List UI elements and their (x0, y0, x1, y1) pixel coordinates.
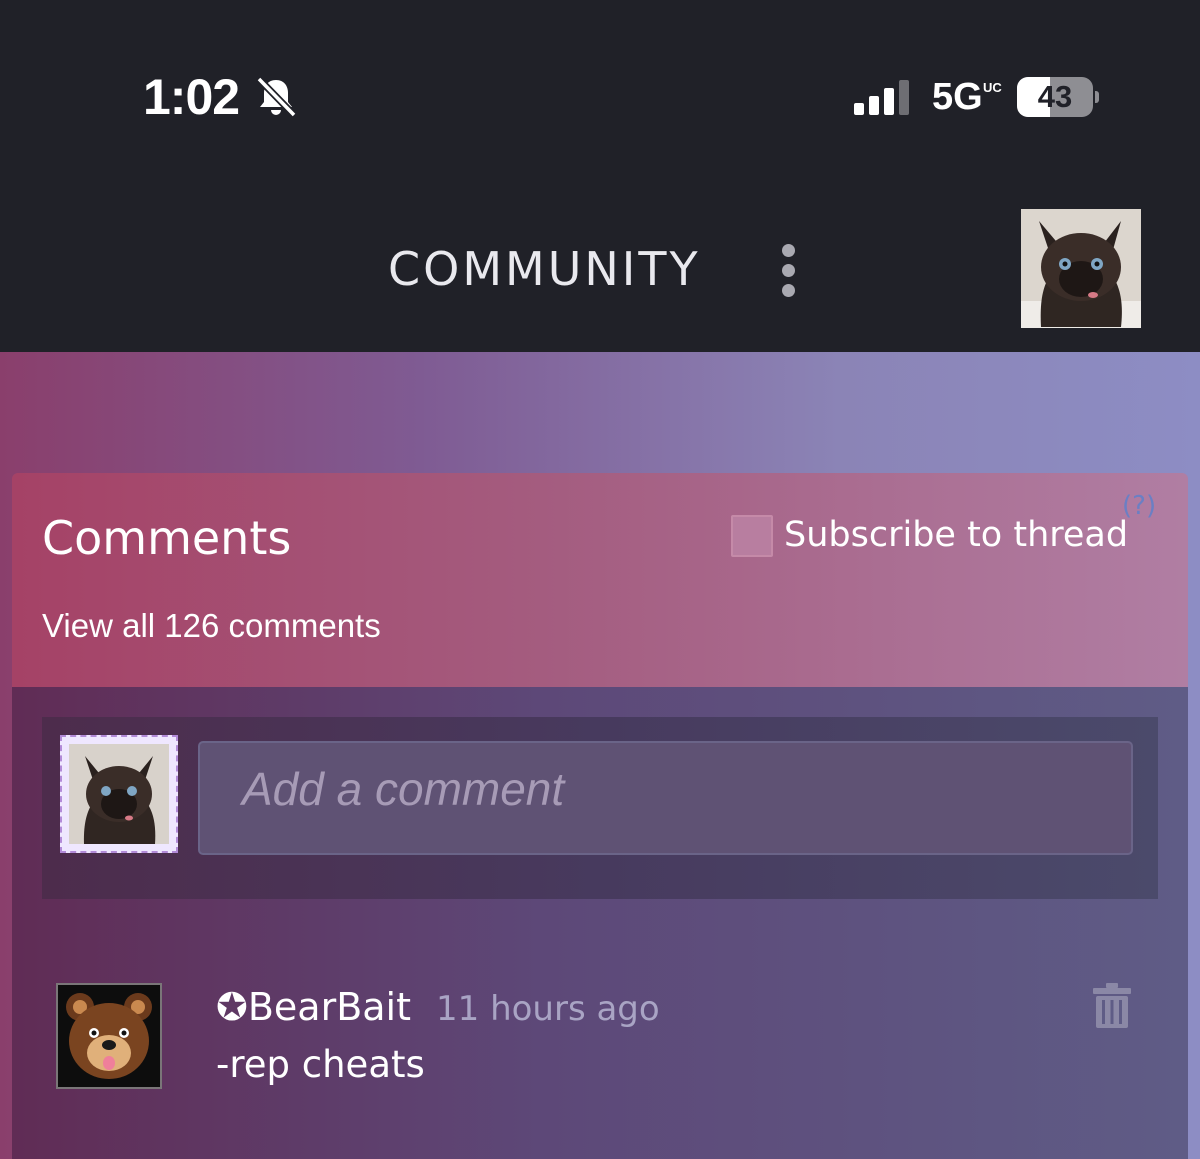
status-bar: 1:02 5G UC 43 (0, 0, 1200, 190)
battery-level: 43 (1037, 79, 1073, 114)
comment-compose: Add a comment (42, 717, 1158, 899)
comment-timestamp: 11 hours ago (436, 989, 660, 1029)
battery-tip (1095, 91, 1099, 103)
help-link[interactable]: (?) (1122, 491, 1156, 521)
status-time: 1:02 (143, 69, 240, 125)
comment-author[interactable]: ✪BearBait (216, 985, 411, 1029)
comments-title: Comments (42, 511, 292, 565)
view-all-comments-link[interactable]: View all 126 comments (42, 607, 381, 645)
network-type: 5G (932, 76, 983, 118)
bell-slash-icon (254, 75, 298, 123)
subscribe-checkbox[interactable] (731, 515, 773, 557)
comment-item: ✪BearBait 11 hours ago -rep cheats (56, 983, 1156, 1093)
comment-text: -rep cheats (216, 1043, 425, 1086)
compose-avatar (60, 735, 178, 853)
comment-avatar[interactable] (56, 983, 162, 1089)
comment-input[interactable]: Add a comment (198, 741, 1133, 855)
trash-icon[interactable] (1092, 983, 1132, 1029)
app-bar: COMMUNITY (0, 190, 1200, 352)
network-sub: UC (983, 80, 1002, 95)
user-avatar[interactable] (1021, 209, 1141, 328)
kebab-menu-icon[interactable] (778, 244, 800, 297)
subscribe-label[interactable]: Subscribe to thread (784, 515, 1128, 555)
comments-header: Comments Subscribe to thread (?) View al… (12, 473, 1188, 687)
battery-icon: 43 (1017, 77, 1093, 117)
page-title: COMMUNITY (388, 242, 701, 296)
comments-body: Add a comment ✪BearBait 11 hours ago -re (12, 687, 1188, 1159)
signal-icon (852, 79, 914, 121)
